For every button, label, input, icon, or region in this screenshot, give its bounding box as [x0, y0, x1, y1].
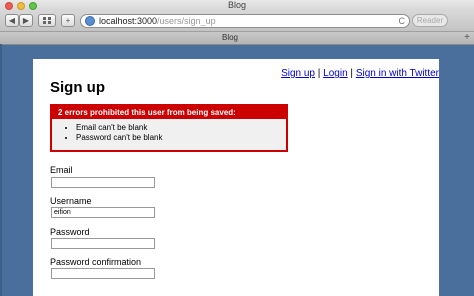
error-item: Password can't be blank	[76, 133, 286, 143]
forward-arrow-icon: ▶	[22, 16, 30, 25]
window-title: Blog	[227, 0, 246, 10]
error-title: 2 errors prohibited this user from being…	[52, 106, 286, 119]
sign-up-link[interactable]: Sign up	[281, 68, 315, 79]
email-field[interactable]	[51, 177, 155, 188]
url-text: localhost:3000/users/sign_up	[99, 15, 216, 27]
error-explanation: 2 errors prohibited this user from being…	[50, 104, 288, 152]
url-path: /users/sign_up	[157, 16, 216, 26]
password-confirmation-field[interactable]	[51, 268, 155, 279]
email-label: Email	[50, 165, 73, 175]
login-link[interactable]: Login	[323, 68, 347, 79]
nav-separator: |	[350, 68, 354, 79]
globe-icon	[85, 16, 95, 26]
page-content: Sign up Sign up | Login | Sign in with T…	[33, 59, 439, 296]
forward-button[interactable]: ▶	[19, 14, 33, 27]
error-item: Email can't be blank	[76, 123, 286, 133]
topsites-icon	[43, 17, 51, 24]
page-border	[0, 44, 2, 296]
password-label: Password	[50, 227, 90, 237]
username-field[interactable]: eifion	[51, 207, 155, 218]
back-arrow-icon: ◀	[8, 16, 16, 25]
twitter-signin-link[interactable]: Sign in with Twitter	[356, 68, 439, 79]
username-label: Username	[50, 196, 92, 206]
password-field[interactable]	[51, 238, 155, 249]
error-list: Email can't be blank Password can't be b…	[52, 123, 286, 143]
reload-icon[interactable]: C	[399, 15, 406, 27]
user-nav: Sign up | Login | Sign in with Twitter	[239, 68, 439, 79]
reader-button[interactable]: Reader	[412, 14, 448, 27]
tab-bar: Blog +	[0, 32, 474, 45]
back-button[interactable]: ◀	[5, 14, 19, 27]
browser-toolbar: ◀ ▶ + localhost:3000/users/sign_up C Rea…	[0, 11, 474, 32]
window-titlebar: Blog	[0, 0, 474, 11]
nav-separator: |	[317, 68, 321, 79]
password-confirmation-label: Password confirmation	[50, 257, 142, 267]
plus-icon: +	[65, 16, 71, 25]
topsites-button[interactable]	[38, 14, 56, 27]
add-bookmark-button[interactable]: +	[61, 14, 75, 27]
tab-blog[interactable]: Blog	[8, 32, 452, 44]
new-tab-icon[interactable]: +	[464, 32, 470, 44]
address-bar[interactable]: localhost:3000/users/sign_up C	[80, 14, 410, 28]
page-title: Sign up	[50, 79, 105, 96]
url-host: localhost:3000	[99, 16, 158, 26]
